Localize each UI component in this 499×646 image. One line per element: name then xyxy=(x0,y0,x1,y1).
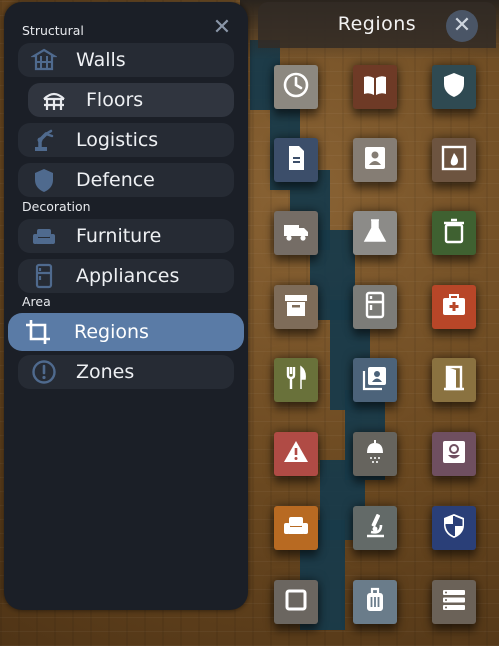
region-tile[interactable] xyxy=(353,580,397,624)
fireplace-icon xyxy=(440,144,468,176)
fridge-icon xyxy=(30,262,58,290)
contact-card-icon xyxy=(361,144,389,176)
regions-close-icon[interactable]: ✕ xyxy=(446,10,478,42)
category-label: Zones xyxy=(76,361,135,383)
first-aid-icon xyxy=(440,291,468,323)
armchair-icon xyxy=(282,512,310,544)
category-label: Floors xyxy=(86,89,144,111)
truck-icon xyxy=(282,217,310,249)
region-tile[interactable] xyxy=(432,285,476,329)
warning-icon xyxy=(282,438,310,470)
region-tile[interactable] xyxy=(274,138,318,182)
shower-icon xyxy=(361,438,389,470)
region-tile[interactable] xyxy=(353,285,397,329)
list-icon xyxy=(440,586,468,618)
build-category-panel: ✕ Structural Walls Floors Logistics Defe… xyxy=(4,2,248,610)
square-icon xyxy=(282,586,310,618)
shield-icon xyxy=(440,71,468,103)
category-regions[interactable]: Regions xyxy=(8,313,244,351)
region-tile[interactable] xyxy=(432,211,476,255)
category-label: Defence xyxy=(76,169,155,191)
category-logistics[interactable]: Logistics xyxy=(18,123,234,157)
region-tile[interactable] xyxy=(432,506,476,550)
sofa-icon xyxy=(30,222,58,250)
section-label-area: Area xyxy=(22,294,51,309)
region-tile[interactable] xyxy=(274,506,318,550)
region-tile[interactable] xyxy=(432,580,476,624)
region-tile[interactable] xyxy=(353,65,397,109)
region-tile[interactable] xyxy=(353,506,397,550)
panel-close-icon[interactable]: ✕ xyxy=(210,16,234,40)
region-tile[interactable] xyxy=(274,432,318,476)
section-label-decoration: Decoration xyxy=(22,199,91,214)
fridge-icon xyxy=(361,291,389,323)
shield-icon xyxy=(30,166,58,194)
door-exit-icon xyxy=(440,364,468,396)
region-tile[interactable] xyxy=(353,138,397,182)
walls-icon xyxy=(30,46,58,74)
region-tile[interactable] xyxy=(274,285,318,329)
contacts-book-icon xyxy=(361,364,389,396)
category-label: Appliances xyxy=(76,265,180,287)
cutlery-icon xyxy=(282,364,310,396)
region-tile[interactable] xyxy=(274,580,318,624)
microscope-icon xyxy=(361,512,389,544)
security-shield-icon xyxy=(440,512,468,544)
category-label: Furniture xyxy=(76,225,162,247)
archive-box-icon xyxy=(282,291,310,323)
category-label: Regions xyxy=(74,321,149,343)
clock-icon xyxy=(282,71,310,103)
region-tile[interactable] xyxy=(432,358,476,402)
category-label: Walls xyxy=(76,49,126,71)
category-zones[interactable]: Zones xyxy=(18,355,234,389)
region-tile[interactable] xyxy=(353,358,397,402)
section-label-structural: Structural xyxy=(22,23,84,38)
robot-arm-icon xyxy=(30,126,58,154)
category-defence[interactable]: Defence xyxy=(18,163,234,197)
region-tile[interactable] xyxy=(274,358,318,402)
alert-circle-icon xyxy=(30,358,58,386)
category-walls[interactable]: Walls xyxy=(18,43,234,77)
region-tile[interactable] xyxy=(432,138,476,182)
region-tile[interactable] xyxy=(353,432,397,476)
region-tile[interactable] xyxy=(353,211,397,255)
crop-icon xyxy=(24,318,52,346)
flower-icon xyxy=(440,438,468,470)
category-label: Logistics xyxy=(76,129,159,151)
trash-icon xyxy=(440,217,468,249)
region-tile[interactable] xyxy=(274,65,318,109)
category-furniture[interactable]: Furniture xyxy=(18,219,234,253)
category-floors[interactable]: Floors xyxy=(28,83,234,117)
region-tile[interactable] xyxy=(432,432,476,476)
book-icon xyxy=(361,71,389,103)
region-tile[interactable] xyxy=(432,65,476,109)
region-tile[interactable] xyxy=(274,211,318,255)
flask-icon xyxy=(361,217,389,249)
category-appliances[interactable]: Appliances xyxy=(18,259,234,293)
document-icon xyxy=(282,144,310,176)
luggage-icon xyxy=(361,586,389,618)
floors-icon xyxy=(40,86,68,114)
